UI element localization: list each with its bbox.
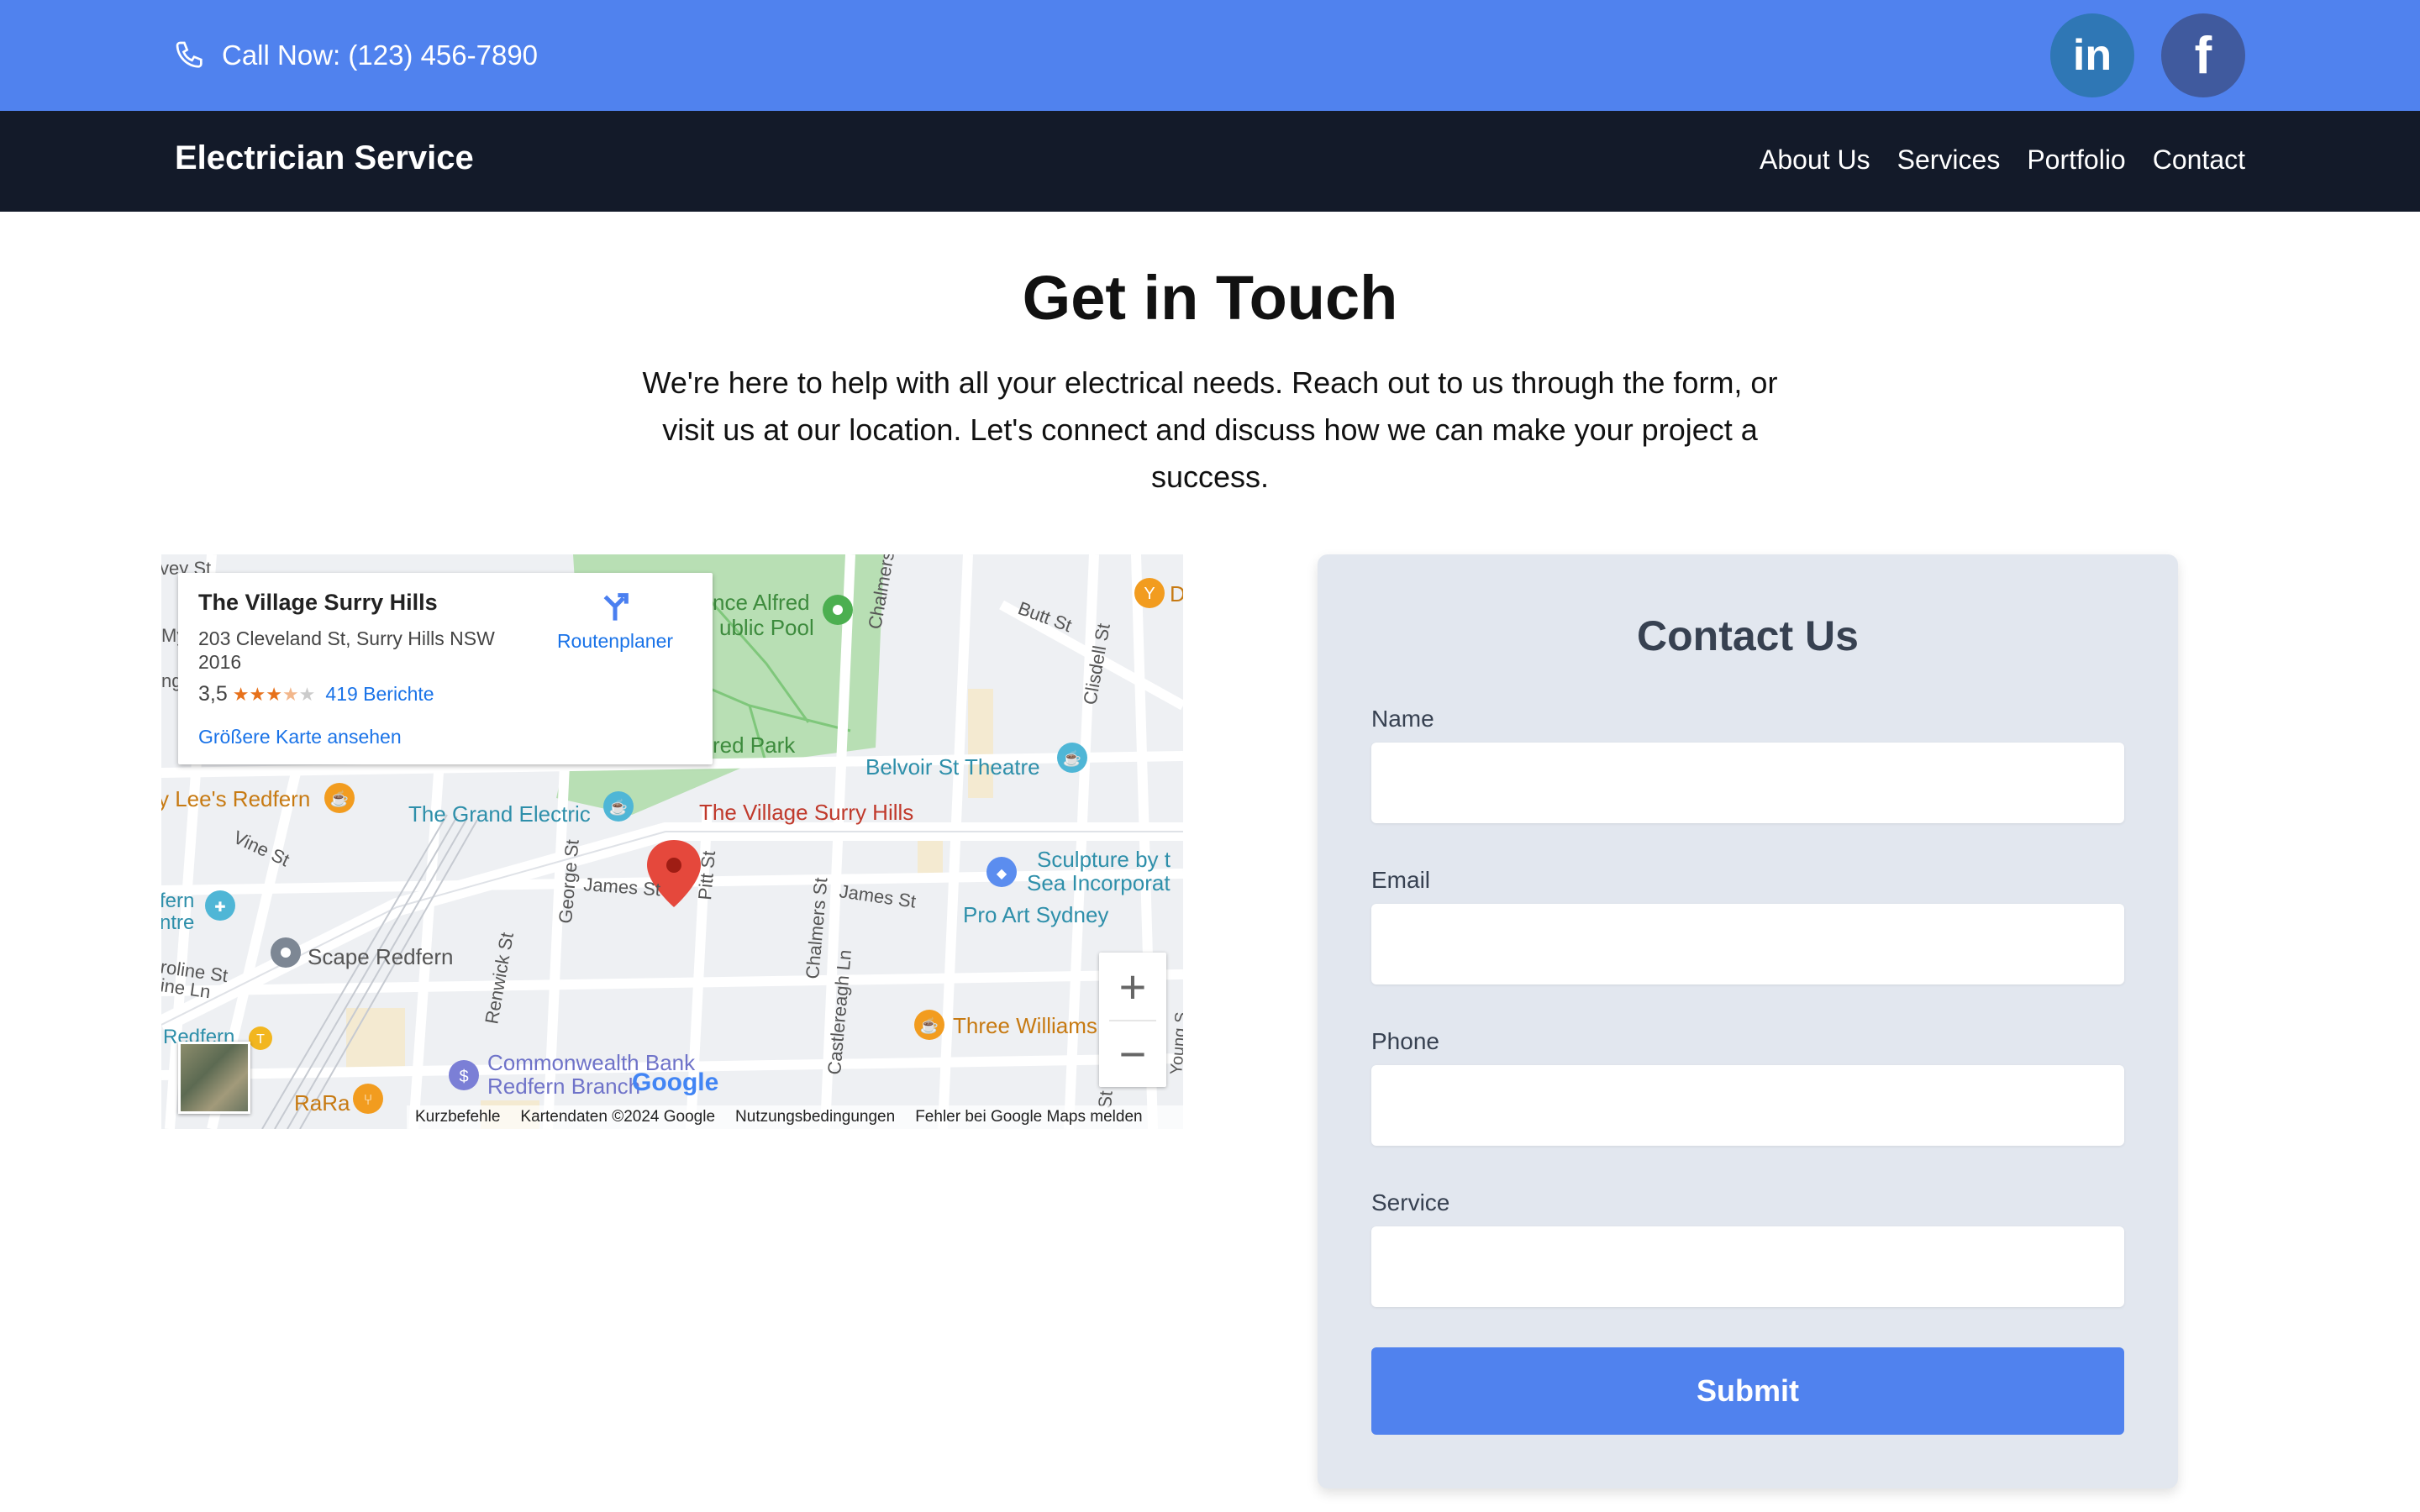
- zoom-out-button[interactable]: −: [1099, 1020, 1166, 1087]
- main-navbar: Electrician Service About Us Services Po…: [0, 111, 2420, 212]
- shop-pin-icon: ◆: [986, 857, 1017, 887]
- svg-text:☕: ☕: [920, 1016, 939, 1034]
- larger-map-link[interactable]: Größere Karte ansehen: [198, 726, 402, 748]
- map-data-attribution: Kartendaten ©2024 Google: [520, 1108, 716, 1126]
- cafe-pin-icon: ☕: [914, 1010, 944, 1040]
- nav-link-contact[interactable]: Contact: [2153, 144, 2245, 176]
- map-label: RaRa: [294, 1090, 350, 1116]
- contact-form-card: Contact Us Name Email Phone Service Subm…: [1318, 554, 2178, 1488]
- email-label: Email: [1371, 867, 1431, 893]
- fern-pin-icon: ✚: [205, 890, 235, 921]
- svg-text:Y: Y: [1144, 585, 1155, 603]
- map-label: Three Williams: [953, 1013, 1097, 1038]
- facebook-icon[interactable]: f: [2161, 13, 2245, 97]
- zoom-controls: + −: [1099, 953, 1166, 1087]
- service-field[interactable]: [1371, 1226, 2124, 1307]
- map-footer: Kurzbefehle Kartendaten ©2024 Google Nut…: [407, 1105, 1183, 1129]
- bar-pin-icon: Y: [1134, 578, 1165, 608]
- satellite-toggle[interactable]: [178, 1042, 250, 1114]
- place-info-card: The Village Surry Hills 203 Cleveland St…: [178, 573, 713, 764]
- brand-logo[interactable]: Electrician Service: [175, 139, 474, 177]
- place-name: The Village Surry Hills: [198, 590, 438, 615]
- map-label: Pitt St: [694, 850, 719, 901]
- svg-text:$: $: [459, 1068, 468, 1086]
- google-map[interactable]: Y ☕ ☕ ☕ ◆ ✚ $ ⑂ ☕ T vey St My ng nce Alf…: [161, 554, 1183, 1129]
- service-label: Service: [1371, 1189, 1450, 1215]
- call-now-link[interactable]: Call Now: (123) 456-7890: [173, 35, 538, 76]
- map-label: The Grand Electric: [408, 801, 591, 827]
- svg-text:✚: ✚: [214, 900, 225, 915]
- page-title: Get in Touch: [1022, 263, 1398, 333]
- svg-text:☕: ☕: [330, 790, 349, 807]
- reviews-link[interactable]: 419 Berichte: [325, 683, 434, 706]
- map-label: Pro Art Sydney: [963, 902, 1108, 927]
- map-label: nce Alfred: [713, 590, 810, 615]
- email-field[interactable]: [1371, 904, 2124, 984]
- directions-button[interactable]: Routenplaner: [556, 590, 674, 653]
- svg-text:◆: ◆: [997, 867, 1007, 881]
- map-label: ntre: [161, 911, 194, 934]
- rating-stars-icon: ★★★★★: [232, 683, 316, 705]
- nav-links: About Us Services Portfolio Contact: [1760, 144, 2245, 176]
- train-pin-icon: T: [249, 1026, 272, 1050]
- terms-link[interactable]: Nutzungsbedingungen: [735, 1108, 895, 1126]
- phone-field[interactable]: [1371, 1065, 2124, 1146]
- map-label: ublic Pool: [719, 615, 814, 640]
- cafe-pin-icon: ☕: [603, 791, 634, 822]
- map-label: fern: [161, 890, 194, 912]
- nav-link-portfolio[interactable]: Portfolio: [2027, 144, 2125, 176]
- map-label: Scape Redfern: [308, 944, 453, 969]
- map-label: Sea Incorporat: [1027, 870, 1171, 895]
- directions-label: Routenplaner: [556, 630, 674, 652]
- call-now-text: Call Now: (123) 456-7890: [222, 39, 539, 71]
- top-contact-bar: Call Now: (123) 456-7890 in f: [0, 0, 2420, 111]
- place-pin-icon: [271, 937, 301, 968]
- svg-text:T: T: [256, 1032, 265, 1047]
- map-label: The Village Surry Hills: [699, 800, 913, 825]
- map-label: y Lee's Redfern: [161, 786, 310, 811]
- facebook-label: f: [2194, 26, 2212, 85]
- svg-text:☕: ☕: [1063, 749, 1081, 767]
- map-label: Sculpture by t: [1037, 847, 1171, 872]
- zoom-divider: [1109, 1020, 1156, 1021]
- park-pin-icon: [823, 595, 853, 625]
- submit-button[interactable]: Submit: [1371, 1347, 2124, 1435]
- name-label: Name: [1371, 706, 1434, 732]
- zoom-in-button[interactable]: +: [1099, 953, 1166, 1020]
- place-rating: 3,5 ★★★★★ 419 Berichte: [198, 682, 434, 706]
- map-label: Belvoir St Theatre: [865, 754, 1040, 780]
- map-label: Redfern Branch: [487, 1074, 640, 1099]
- map-label: red Park: [713, 732, 796, 758]
- keyboard-shortcuts-link[interactable]: Kurzbefehle: [415, 1108, 500, 1126]
- google-logo: Google: [632, 1068, 719, 1096]
- nav-link-services[interactable]: Services: [1897, 144, 2001, 176]
- phone-label: Phone: [1371, 1028, 1439, 1054]
- rating-value: 3,5: [198, 682, 228, 706]
- svg-text:☕: ☕: [609, 798, 628, 816]
- theatre-pin-icon: ☕: [1057, 743, 1087, 773]
- directions-icon: [603, 593, 629, 621]
- phone-icon: [176, 41, 203, 68]
- map-label: D: [1170, 581, 1183, 606]
- svg-text:⑂: ⑂: [364, 1091, 373, 1108]
- cafe-pin-icon: ☕: [324, 783, 355, 813]
- bank-pin-icon: $: [449, 1060, 479, 1090]
- place-address: 203 Cleveland St, Surry Hills NSW 2016: [198, 627, 495, 673]
- report-error-link[interactable]: Fehler bei Google Maps melden: [915, 1108, 1142, 1126]
- linkedin-label: in: [2072, 31, 2112, 80]
- name-field[interactable]: [1371, 743, 2124, 823]
- form-title: Contact Us: [1637, 612, 1859, 659]
- page-subtitle: We're here to help with all your electri…: [642, 365, 1778, 494]
- restaurant-pin-icon: ⑂: [353, 1084, 383, 1114]
- nav-link-about[interactable]: About Us: [1760, 144, 1870, 176]
- linkedin-icon[interactable]: in: [2050, 13, 2134, 97]
